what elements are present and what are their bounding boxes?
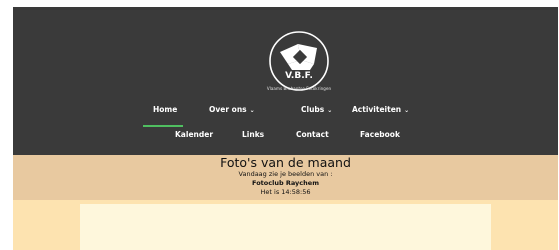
nav-home-label: Home — [153, 105, 178, 114]
photo-of-month-banner: Foto's van de maand Vandaag zie je beeld… — [13, 155, 558, 200]
nav-clubs-label: Clubs — [301, 105, 325, 114]
nav-clubs[interactable]: Clubs ⌄ — [301, 105, 332, 114]
clock-text: Het is 14:58:56 — [260, 188, 311, 196]
vbf-logo[interactable]: V.B.F. — [268, 30, 330, 92]
club-name: Fotoclub Raychem — [252, 179, 319, 187]
nav-kalender[interactable]: Kalender — [175, 130, 213, 139]
page-title: Foto's van de maand — [220, 155, 351, 170]
site-header: V.B.F. Vlaams Brabantse Fotokringen Home… — [13, 7, 558, 155]
nav-over-ons-label: Over ons — [209, 105, 247, 114]
active-nav-indicator — [143, 125, 183, 127]
nav-activiteiten-label: Activiteiten — [352, 105, 402, 114]
chevron-down-icon: ⌄ — [404, 107, 410, 114]
secondary-nav: Kalender Links Contact Facebook — [13, 130, 558, 144]
nav-activiteiten[interactable]: Activiteiten ⌄ — [352, 105, 409, 114]
chevron-down-icon: ⌄ — [249, 107, 255, 114]
nav-links[interactable]: Links — [242, 130, 264, 139]
nav-facebook[interactable]: Facebook — [360, 130, 400, 139]
content-area — [13, 200, 558, 250]
svg-text:V.B.F.: V.B.F. — [285, 71, 313, 81]
logo-subtitle: Vlaams Brabantse Fotokringen — [266, 86, 332, 91]
intro-text: Vandaag zie je beelden van : — [238, 170, 333, 178]
chevron-down-icon: ⌄ — [327, 107, 333, 114]
nav-over-ons[interactable]: Over ons ⌄ — [209, 105, 255, 114]
photo-content-panel — [80, 204, 491, 250]
primary-nav: Home Over ons ⌄ Clubs ⌄ Activiteiten ⌄ — [13, 105, 558, 119]
nav-contact[interactable]: Contact — [296, 130, 329, 139]
nav-home[interactable]: Home — [153, 105, 177, 114]
